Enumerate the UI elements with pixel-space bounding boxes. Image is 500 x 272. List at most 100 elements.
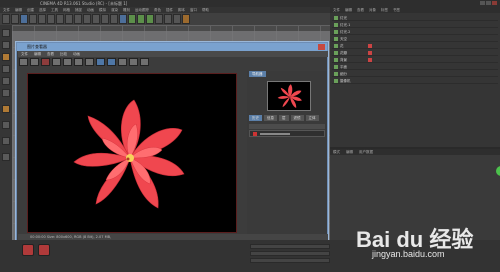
layer-icon[interactable]	[129, 58, 138, 66]
rendered-flower-image	[73, 99, 185, 209]
snap-icon[interactable]	[2, 137, 10, 145]
picture-viewer-titlebar[interactable]: 图片查看器	[17, 43, 327, 51]
tweak-mode-icon[interactable]	[2, 121, 10, 129]
attribute-manager-menu-item[interactable]: 用户数据	[359, 149, 373, 155]
material-tag-icon[interactable]	[368, 58, 372, 62]
history-tab[interactable]: 滤镜	[290, 115, 304, 121]
object-row[interactable]: 花瓣	[332, 50, 498, 56]
picture-viewer-side-panel: 导航器 历史 信息层滤镜 立体	[247, 71, 327, 236]
coord-field[interactable]	[250, 251, 330, 256]
fullscreen-icon[interactable]	[140, 58, 149, 66]
object-row[interactable]: 花	[332, 43, 498, 49]
picture-viewer-menu-item[interactable]: 编辑	[34, 51, 41, 57]
open-file-icon[interactable]	[19, 58, 28, 66]
coord-field[interactable]	[250, 244, 330, 249]
coordinate-icon[interactable]	[83, 14, 91, 24]
close-button[interactable]	[492, 1, 497, 5]
picture-viewer-menu-item[interactable]: 比较	[60, 51, 67, 57]
redo-icon[interactable]	[11, 14, 19, 24]
picture-viewer-toolbar	[19, 58, 169, 67]
navigator-tab[interactable]: 导航器	[249, 71, 266, 77]
attribute-manager-menu-item[interactable]: 编辑	[346, 149, 353, 155]
fit-icon[interactable]	[63, 58, 72, 66]
axis-mode-icon[interactable]	[2, 105, 10, 113]
object-row[interactable]: 细分	[332, 71, 498, 77]
camera-icon[interactable]	[173, 14, 181, 24]
render-picture-viewer-icon[interactable]	[101, 14, 109, 24]
history-tab[interactable]: 层	[279, 115, 289, 121]
render-settings-icon[interactable]	[110, 14, 118, 24]
object-row[interactable]: 灯光.1	[332, 22, 498, 28]
z-axis-icon[interactable]	[74, 14, 82, 24]
coord-field[interactable]	[250, 258, 330, 263]
subdivision-icon[interactable]	[137, 14, 145, 24]
object-manager-menu-item[interactable]: 查看	[357, 7, 364, 13]
maximize-button[interactable]	[486, 1, 491, 5]
material-tag-icon[interactable]	[368, 51, 372, 55]
zoom-icon[interactable]	[52, 58, 61, 66]
undo-icon[interactable]	[2, 14, 10, 24]
light-icon[interactable]	[182, 14, 190, 24]
points-mode-icon[interactable]	[2, 65, 10, 73]
object-manager-menu-item[interactable]: 书签	[393, 7, 400, 13]
scene-icon[interactable]	[164, 14, 172, 24]
object-row[interactable]: 背景	[332, 57, 498, 63]
object-label: 摄像机	[340, 79, 351, 83]
filter-icon[interactable]	[118, 58, 127, 66]
picture-viewer-menu: 文件 编辑 查看 比较 动画	[18, 51, 328, 57]
rotate-tool-icon[interactable]	[47, 14, 55, 24]
object-manager-menu-item[interactable]: 编辑	[345, 7, 352, 13]
object-icon	[334, 30, 338, 34]
channel-icon[interactable]	[107, 58, 116, 66]
workplane-icon[interactable]	[2, 153, 10, 161]
object-icon	[334, 72, 338, 76]
attribute-manager-menu-item[interactable]: 模式	[333, 149, 340, 155]
picture-viewer-menu-item[interactable]: 文件	[21, 51, 28, 57]
object-row[interactable]: 天空	[332, 36, 498, 42]
minimize-button[interactable]	[480, 1, 485, 5]
array-icon[interactable]	[146, 14, 154, 24]
scale-tool-icon[interactable]	[38, 14, 46, 24]
history-row[interactable]	[249, 130, 325, 137]
cube-icon[interactable]	[119, 14, 127, 24]
object-manager-menu: 文件 编辑 查看 对象 标签 书签	[330, 7, 500, 13]
history-tab[interactable]: 立体	[305, 115, 319, 121]
compare-b-icon[interactable]	[85, 58, 94, 66]
stop-render-icon[interactable]	[41, 58, 50, 66]
object-row[interactable]: 灯光	[332, 15, 498, 21]
picture-viewer-menu-item[interactable]: 查看	[47, 51, 54, 57]
object-manager-menu-item[interactable]: 对象	[369, 7, 376, 13]
make-editable-icon[interactable]	[2, 29, 10, 37]
y-axis-icon[interactable]	[65, 14, 73, 24]
navigator-thumbnail[interactable]	[267, 81, 311, 111]
material-swatch[interactable]	[22, 244, 34, 256]
material-tag-icon[interactable]	[368, 44, 372, 48]
close-icon[interactable]	[318, 44, 325, 50]
object-label: 平面	[340, 65, 347, 69]
render-view-icon[interactable]	[92, 14, 100, 24]
move-tool-icon[interactable]	[29, 14, 37, 24]
view-mode-icon[interactable]	[96, 58, 105, 66]
spline-icon[interactable]	[128, 14, 136, 24]
object-manager-menu-item[interactable]: 标签	[381, 7, 388, 13]
edges-mode-icon[interactable]	[2, 77, 10, 85]
coordinates-panel	[250, 244, 330, 268]
attribute-manager-menu: 模式 编辑 用户数据	[330, 149, 500, 155]
object-manager-menu-item[interactable]: 文件	[333, 7, 340, 13]
polygons-mode-icon[interactable]	[2, 89, 10, 97]
history-tab[interactable]: 历史	[249, 115, 262, 121]
object-row[interactable]: 平面	[332, 64, 498, 70]
select-tool-icon[interactable]	[20, 14, 28, 24]
history-tab[interactable]: 信息	[264, 115, 277, 121]
material-swatch[interactable]	[38, 244, 50, 256]
model-mode-icon[interactable]	[2, 41, 10, 49]
x-axis-icon[interactable]	[56, 14, 64, 24]
render-status-icon	[253, 132, 257, 136]
texture-mode-icon[interactable]	[2, 53, 10, 61]
object-row[interactable]: 摄像机	[332, 78, 498, 84]
compare-a-icon[interactable]	[74, 58, 83, 66]
deformer-icon[interactable]	[155, 14, 163, 24]
save-icon[interactable]	[30, 58, 39, 66]
picture-viewer-menu-item[interactable]: 动画	[73, 51, 80, 57]
object-row[interactable]: 灯光.2	[332, 29, 498, 35]
